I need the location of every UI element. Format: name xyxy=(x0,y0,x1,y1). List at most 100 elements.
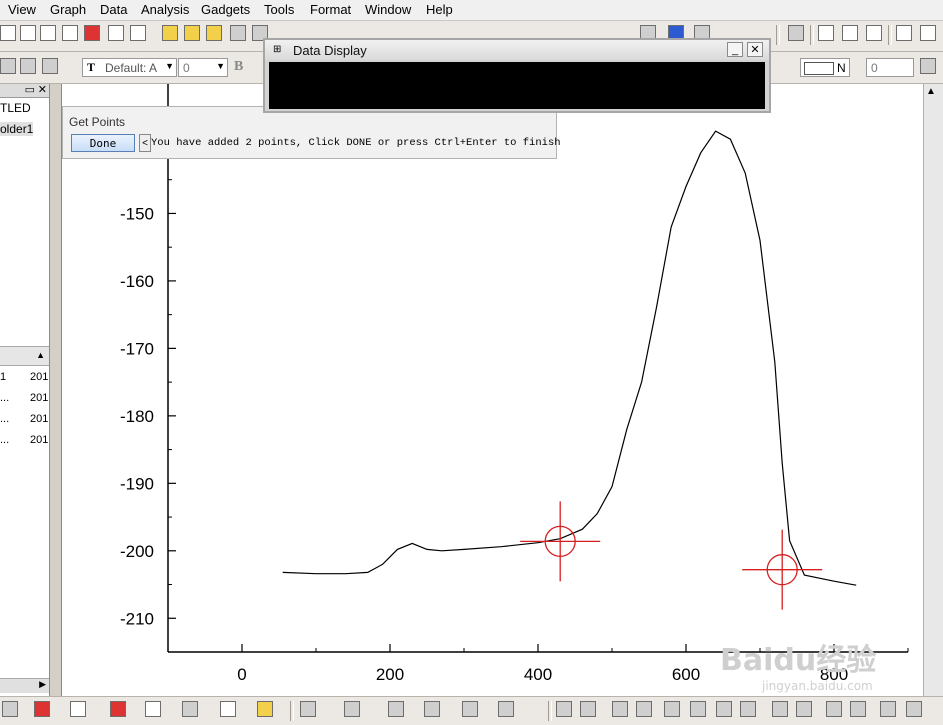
toolbar-icon-d[interactable] xyxy=(0,58,16,74)
merge-icon[interactable] xyxy=(866,25,882,41)
close-icon[interactable]: ✕ xyxy=(38,84,47,96)
contour-icon[interactable] xyxy=(462,701,478,717)
scroll-up-icon[interactable]: ▲ xyxy=(926,86,936,97)
arrange-layers-icon[interactable] xyxy=(842,25,858,41)
get-points-panel: Get Points Done < You have added 2 point… xyxy=(62,106,561,159)
menu-tools[interactable]: Tools xyxy=(264,2,294,17)
vertical-scrollbar[interactable]: ▲ xyxy=(923,84,943,696)
line-width-select[interactable]: 0 xyxy=(866,58,914,77)
new-layout-icon[interactable] xyxy=(108,25,124,41)
line-width-value: 0 xyxy=(871,61,878,75)
get-points-title: Get Points xyxy=(69,115,126,129)
sort-up-icon[interactable]: ▲ xyxy=(36,350,45,360)
errorbar-plot-icon[interactable] xyxy=(110,701,126,717)
color-swatch xyxy=(804,62,834,75)
menu-data[interactable]: Data xyxy=(100,2,127,17)
bottom-toolbar xyxy=(0,696,943,725)
graph-window: -140-150-160-170-180-190-200-21002004006… xyxy=(61,84,924,696)
distribute-icon[interactable] xyxy=(716,701,732,717)
restore-icon[interactable]: ▭ xyxy=(25,84,35,96)
align-hcenter-icon[interactable] xyxy=(690,701,706,717)
font-type-icon: T xyxy=(87,60,96,74)
scroll-right-icon[interactable]: ▶ xyxy=(39,679,46,690)
new-notes-icon[interactable] xyxy=(130,25,146,41)
template-icon[interactable] xyxy=(257,701,273,717)
y-tick-label: -190 xyxy=(120,474,154,493)
ungroup-icon[interactable] xyxy=(796,701,812,717)
horizontal-scrollbar[interactable]: ▶ xyxy=(0,678,49,693)
color-label: N xyxy=(837,61,846,75)
font-select[interactable]: T Default: A ▼ xyxy=(82,58,177,77)
menu-graph[interactable]: Graph xyxy=(50,2,86,17)
new-worksheet-icon[interactable] xyxy=(20,25,36,41)
back-icon[interactable] xyxy=(850,701,866,717)
chevron-down-icon: ▼ xyxy=(216,61,225,71)
distribute-v-icon[interactable] xyxy=(740,701,756,717)
project-folder-item[interactable]: older1 xyxy=(0,122,34,136)
close-button[interactable]: ✕ xyxy=(747,42,763,57)
font-size-select[interactable]: 0 ▼ xyxy=(178,58,228,77)
done-button[interactable]: Done xyxy=(71,134,135,152)
x-tick-label: 600 xyxy=(672,665,700,684)
group-icon[interactable] xyxy=(772,701,788,717)
file-list-header: ▲ xyxy=(0,346,49,366)
bold-button[interactable]: B xyxy=(234,59,243,75)
align-vcenter-icon[interactable] xyxy=(664,701,680,717)
3d-wire-icon[interactable] xyxy=(424,701,440,717)
data-reader-icon[interactable] xyxy=(788,25,804,41)
3d-surface-icon[interactable] xyxy=(344,701,360,717)
open-template-icon[interactable] xyxy=(184,25,200,41)
axis-break-icon[interactable] xyxy=(920,25,936,41)
toolbar-icon-e[interactable] xyxy=(20,58,36,74)
image-plot-icon[interactable] xyxy=(498,701,514,717)
y-tick-label: -150 xyxy=(120,204,154,223)
polar-plot-icon[interactable] xyxy=(182,701,198,717)
line-color-select[interactable]: N xyxy=(800,58,850,77)
forward-icon[interactable] xyxy=(880,701,896,717)
minimize-button[interactable]: _ xyxy=(727,42,743,57)
area-plot-icon[interactable] xyxy=(145,701,161,717)
menu-view[interactable]: View xyxy=(8,2,36,17)
save-icon[interactable] xyxy=(230,25,246,41)
menu-analysis[interactable]: Analysis xyxy=(141,2,189,17)
menu-window[interactable]: Window xyxy=(365,2,411,17)
menu-format[interactable]: Format xyxy=(310,2,351,17)
scatter-plot-icon[interactable] xyxy=(70,701,86,717)
candlestick-plot-icon[interactable] xyxy=(220,701,236,717)
backward-icon[interactable] xyxy=(906,701,922,717)
y-tick-label: -210 xyxy=(120,609,154,628)
column-plot-icon[interactable] xyxy=(34,701,50,717)
data-display-titlebar[interactable]: ⊞ Data Display _ ✕ xyxy=(265,40,769,60)
y-tick-label: -200 xyxy=(120,542,154,561)
x-tick-label: 0 xyxy=(237,665,246,684)
watermark-logo: Baidu经验 xyxy=(720,643,876,678)
project-root-item[interactable]: TLED xyxy=(0,101,31,115)
align-right-icon[interactable] xyxy=(580,701,596,717)
new-matrix-icon[interactable] xyxy=(40,25,56,41)
pattern-icon[interactable] xyxy=(920,58,936,74)
watermark-url: jingyan.baidu.com xyxy=(761,679,873,693)
axis-icon[interactable] xyxy=(896,25,912,41)
toolbar-icon-f[interactable] xyxy=(42,58,58,74)
menu-bar: View Graph Data Analysis Gadgets Tools F… xyxy=(0,0,943,21)
collapse-arrow-button[interactable]: < xyxy=(139,134,151,152)
new-graph-icon[interactable] xyxy=(84,25,100,41)
align-bottom-icon[interactable] xyxy=(636,701,652,717)
new-project-icon[interactable] xyxy=(0,25,16,41)
open-icon[interactable] xyxy=(162,25,178,41)
menu-help[interactable]: Help xyxy=(426,2,453,17)
series-line xyxy=(282,130,857,586)
3d-bar-icon[interactable] xyxy=(388,701,404,717)
graph-plot[interactable]: -140-150-160-170-180-190-200-21002004006… xyxy=(62,84,924,696)
new-function-icon[interactable] xyxy=(62,25,78,41)
front-icon[interactable] xyxy=(826,701,842,717)
layer-icon[interactable] xyxy=(818,25,834,41)
y-tick-label: -160 xyxy=(120,272,154,291)
3d-plot-icon[interactable] xyxy=(300,701,316,717)
align-top-icon[interactable] xyxy=(612,701,628,717)
get-points-message: You have added 2 points, Click DONE or p… xyxy=(151,137,561,149)
menu-gadgets[interactable]: Gadgets xyxy=(201,2,250,17)
align-left-icon[interactable] xyxy=(556,701,572,717)
line-plot-icon[interactable] xyxy=(2,701,18,717)
open-excel-icon[interactable] xyxy=(206,25,222,41)
